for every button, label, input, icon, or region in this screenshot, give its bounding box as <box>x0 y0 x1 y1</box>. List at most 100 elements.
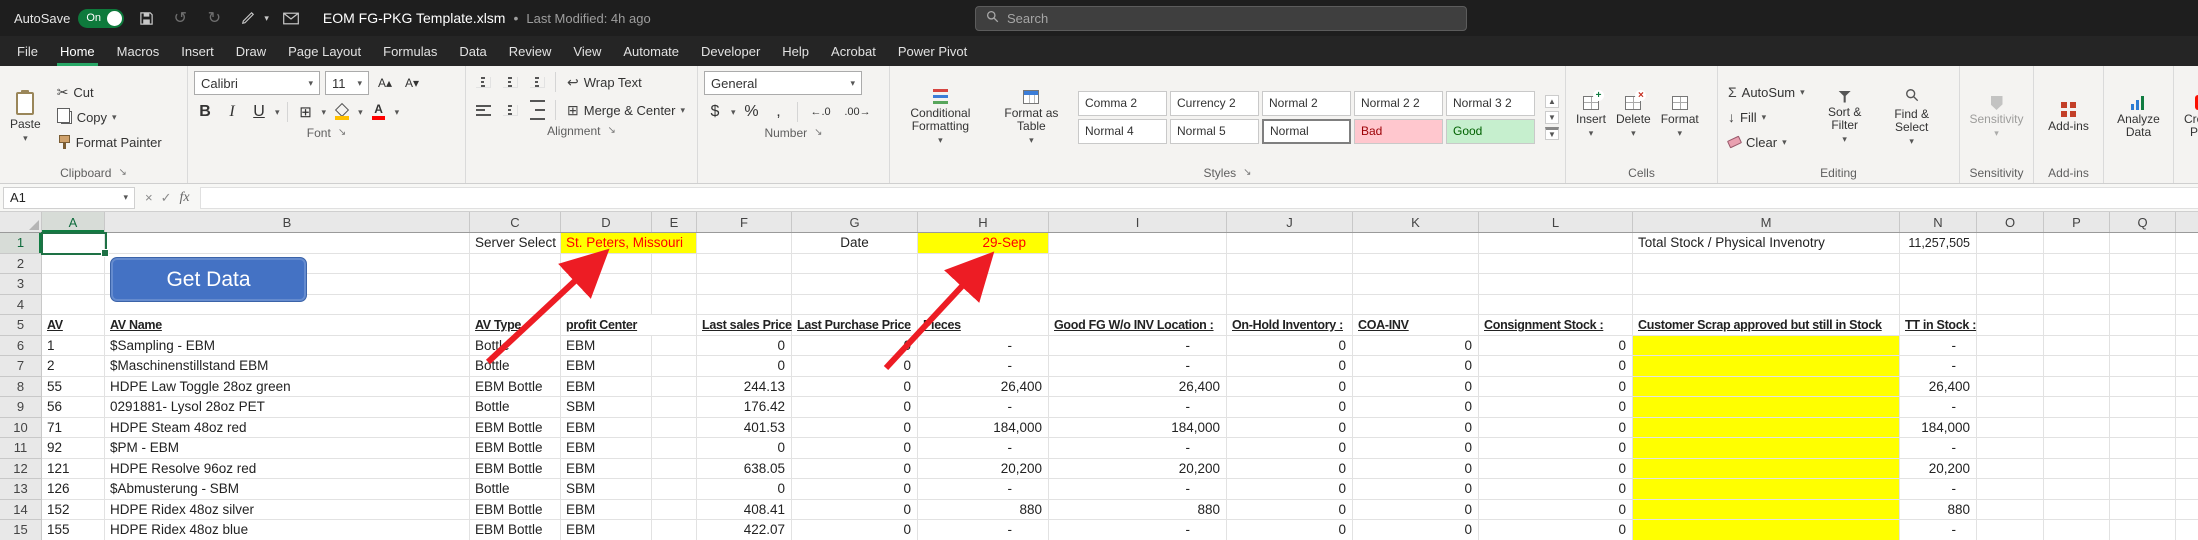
cell-customer-scrap-highlighted[interactable] <box>1633 500 1900 521</box>
dialog-launcher-icon[interactable]: ↘ <box>607 125 615 136</box>
cell-last-purchase-price[interactable]: 0 <box>792 336 918 357</box>
cell-good-fg[interactable]: - <box>1049 336 1227 357</box>
comma-style-icon[interactable]: , <box>768 101 790 123</box>
cell-good-fg[interactable]: 26,400 <box>1049 377 1227 398</box>
column-header-j[interactable]: J <box>1227 212 1353 232</box>
cell-coa-inv[interactable]: 0 <box>1353 356 1479 377</box>
cell-av-name[interactable]: $Abmusterung - SBM <box>105 479 470 500</box>
row-header[interactable]: 1 <box>0 233 42 254</box>
cell-tt-in-stock[interactable]: - <box>1900 479 1977 500</box>
cell-customer-scrap-highlighted[interactable] <box>1633 438 1900 459</box>
tab-insert[interactable]: Insert <box>170 36 225 66</box>
align-bottom-icon[interactable] <box>526 71 548 93</box>
cell-av-type[interactable]: EBM Bottle <box>470 520 561 540</box>
cell-pieces[interactable]: 184,000 <box>918 418 1049 439</box>
cell-coa-inv[interactable]: 0 <box>1353 397 1479 418</box>
style-normal-5[interactable]: Normal 5 <box>1170 119 1259 144</box>
tab-help[interactable]: Help <box>771 36 820 66</box>
cell-pieces[interactable]: 26,400 <box>918 377 1049 398</box>
cell-profit-center[interactable]: SBM <box>561 397 652 418</box>
column-header-b[interactable]: B <box>105 212 470 232</box>
cell-tt-in-stock[interactable]: - <box>1900 336 1977 357</box>
style-comma-2[interactable]: Comma 2 <box>1078 91 1167 116</box>
cell-last-purchase-price[interactable]: 0 <box>792 438 918 459</box>
bold-button[interactable]: B <box>194 101 216 123</box>
pen-dropdown-icon[interactable]: ▾ <box>264 13 269 24</box>
row-header[interactable]: 12 <box>0 459 42 480</box>
total-stock-value-cell[interactable]: 11,257,505 <box>1900 233 1977 254</box>
cell-tt-in-stock[interactable]: 26,400 <box>1900 377 1977 398</box>
tab-draw[interactable]: Draw <box>225 36 277 66</box>
cell-av-type[interactable]: EBM Bottle <box>470 377 561 398</box>
column-header-h[interactable]: H <box>918 212 1049 232</box>
cell-av-name[interactable]: HDPE Law Toggle 28oz green <box>105 377 470 398</box>
row-header[interactable]: 14 <box>0 500 42 521</box>
search-input[interactable] <box>1007 11 1427 26</box>
font-family-combo[interactable]: Calibri▾ <box>194 71 320 95</box>
cell-profit-center[interactable]: EBM <box>561 336 652 357</box>
cell-pieces[interactable]: - <box>918 438 1049 459</box>
cell-pieces[interactable]: - <box>918 520 1049 540</box>
cell-av[interactable]: 121 <box>42 459 105 480</box>
cell-pieces[interactable]: - <box>918 479 1049 500</box>
cell-on-hold[interactable]: 0 <box>1227 356 1353 377</box>
cell-av-type[interactable]: EBM Bottle <box>470 459 561 480</box>
cell-profit-center[interactable]: EBM <box>561 459 652 480</box>
italic-button[interactable]: I <box>221 101 243 123</box>
number-format-combo[interactable]: General▾ <box>704 71 862 95</box>
cell-av-type[interactable]: Bottle <box>470 356 561 377</box>
cell-tt-in-stock[interactable]: - <box>1900 438 1977 459</box>
cell-consignment[interactable]: 0 <box>1479 459 1633 480</box>
find-select-button[interactable]: Find & Select ▾ <box>1881 86 1943 148</box>
analyze-data-button[interactable]: Analyze Data <box>2110 94 2167 141</box>
dialog-launcher-icon[interactable]: ↘ <box>118 167 126 178</box>
cell-av-name[interactable]: $PM - EBM <box>105 438 470 459</box>
clear-button[interactable]: Clear▾ <box>1724 131 1809 153</box>
cell-profit-center[interactable]: SBM <box>561 479 652 500</box>
row-header[interactable]: 9 <box>0 397 42 418</box>
total-stock-label-cell[interactable]: Total Stock / Physical Invenotry <box>1633 233 1900 254</box>
cell-coa-inv[interactable]: 0 <box>1353 438 1479 459</box>
column-header-l[interactable]: L <box>1479 212 1633 232</box>
cell-good-fg[interactable]: 880 <box>1049 500 1227 521</box>
cell-consignment[interactable]: 0 <box>1479 520 1633 540</box>
autosave-toggle[interactable]: On <box>78 9 124 28</box>
server-value-cell[interactable]: St. Peters, Missouri <box>561 233 697 254</box>
cell-good-fg[interactable]: - <box>1049 479 1227 500</box>
column-header-g[interactable]: G <box>792 212 918 232</box>
search-box[interactable] <box>975 6 1467 31</box>
dialog-launcher-icon[interactable]: ↘ <box>338 127 346 138</box>
row-header[interactable]: 4 <box>0 295 42 316</box>
cell-good-fg[interactable]: - <box>1049 438 1227 459</box>
cell-tt-in-stock[interactable]: - <box>1900 356 1977 377</box>
cell-consignment[interactable]: 0 <box>1479 438 1633 459</box>
column-header-m[interactable]: M <box>1633 212 1900 232</box>
cell-last-purchase-price[interactable]: 0 <box>792 356 918 377</box>
align-middle-icon[interactable] <box>499 71 521 93</box>
decrease-font-icon[interactable]: A▾ <box>401 72 423 94</box>
cell-av-type[interactable]: Bottle <box>470 397 561 418</box>
style-normal-3-2[interactable]: Normal 3 2 <box>1446 91 1535 116</box>
cell-consignment[interactable]: 0 <box>1479 479 1633 500</box>
server-select-label-cell[interactable]: Server Select <box>470 233 561 254</box>
addins-button[interactable]: Add-ins <box>2044 100 2093 135</box>
create-pdf-button[interactable]: Create PDF <box>2180 93 2198 141</box>
cell-tt-in-stock[interactable]: 184,000 <box>1900 418 1977 439</box>
cell-on-hold[interactable]: 0 <box>1227 397 1353 418</box>
cell-coa-inv[interactable]: 0 <box>1353 520 1479 540</box>
borders-icon[interactable]: ⊞ <box>295 101 317 123</box>
align-left-icon[interactable] <box>472 99 494 121</box>
format-painter-button[interactable]: Format Painter <box>53 131 166 153</box>
cell-consignment[interactable]: 0 <box>1479 356 1633 377</box>
dialog-launcher-icon[interactable]: ↘ <box>814 127 822 138</box>
column-header-k[interactable]: K <box>1353 212 1479 232</box>
gallery-more-icon[interactable]: ▼ <box>1545 127 1559 140</box>
column-header-i[interactable]: I <box>1049 212 1227 232</box>
formula-input[interactable] <box>200 187 2198 209</box>
cell-av[interactable]: 71 <box>42 418 105 439</box>
cell-customer-scrap-highlighted[interactable] <box>1633 377 1900 398</box>
fill-button[interactable]: ↓Fill▾ <box>1724 106 1809 128</box>
style-normal-4[interactable]: Normal 4 <box>1078 119 1167 144</box>
name-box[interactable]: A1 ▾ <box>3 187 135 209</box>
cell-pieces[interactable]: - <box>918 336 1049 357</box>
